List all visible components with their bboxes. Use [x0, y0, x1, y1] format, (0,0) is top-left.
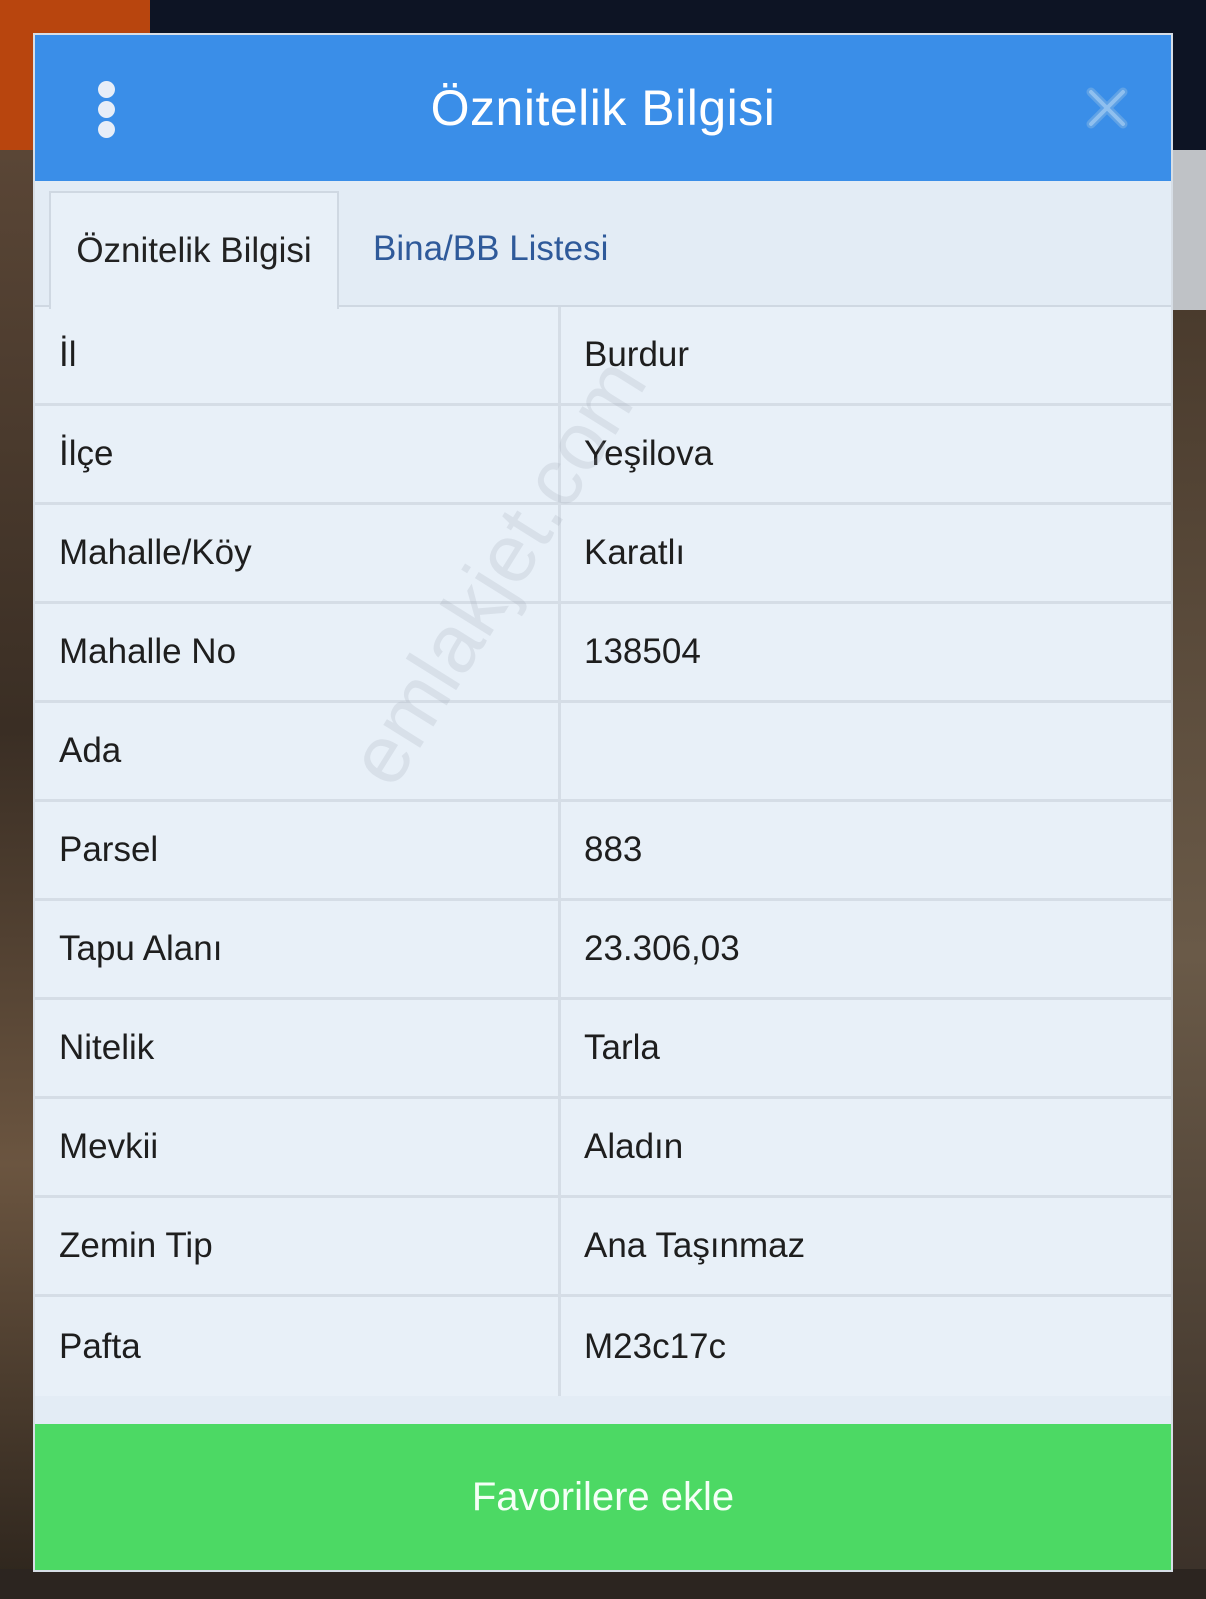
table-row: Nitelik Tarla — [35, 1000, 1171, 1099]
table-row: Mahalle No 138504 — [35, 604, 1171, 703]
map-background-bottom — [0, 1569, 1206, 1599]
row-value: Tarla — [561, 1000, 1171, 1096]
row-value: 23.306,03 — [561, 901, 1171, 997]
table-row: Mahalle/Köy Karatlı — [35, 505, 1171, 604]
tab-attribute-info[interactable]: Öznitelik Bilgisi — [49, 191, 339, 309]
row-label: Mevkii — [35, 1099, 561, 1195]
row-label: Nitelik — [35, 1000, 561, 1096]
row-value: Aladın — [561, 1099, 1171, 1195]
table-row: Parsel 883 — [35, 802, 1171, 901]
add-to-favorites-button[interactable]: Favorilere ekle — [35, 1424, 1171, 1570]
row-label: Pafta — [35, 1297, 561, 1396]
table-row: İlçe Yeşilova — [35, 406, 1171, 505]
row-value: Ana Taşınmaz — [561, 1198, 1171, 1294]
attribute-table: İl Burdur İlçe Yeşilova Mahalle/Köy Kara… — [35, 307, 1171, 1424]
dialog-title: Öznitelik Bilgisi — [430, 80, 776, 136]
row-value: Burdur — [561, 307, 1171, 403]
table-row: Tapu Alanı 23.306,03 — [35, 901, 1171, 1000]
row-label: İlçe — [35, 406, 561, 502]
row-label: Parsel — [35, 802, 561, 898]
attribute-info-dialog: Öznitelik Bilgisi Öznitelik Bilgisi Bina… — [33, 33, 1173, 1572]
row-label: İl — [35, 307, 561, 403]
row-value — [561, 703, 1171, 799]
row-value: 138504 — [561, 604, 1171, 700]
map-background-left — [0, 150, 36, 1599]
table-row: İl Burdur — [35, 307, 1171, 406]
table-row: Ada — [35, 703, 1171, 802]
row-label: Ada — [35, 703, 561, 799]
row-label: Tapu Alanı — [35, 901, 561, 997]
row-value: M23c17c — [561, 1297, 1171, 1396]
table-row: Pafta M23c17c — [35, 1297, 1171, 1396]
row-label: Zemin Tip — [35, 1198, 561, 1294]
row-label: Mahalle No — [35, 604, 561, 700]
table-row: Mevkii Aladın — [35, 1099, 1171, 1198]
dialog-header: Öznitelik Bilgisi — [35, 35, 1171, 181]
close-icon[interactable] — [1085, 86, 1129, 130]
row-value: Yeşilova — [561, 406, 1171, 502]
more-vertical-icon[interactable] — [89, 79, 129, 138]
tab-building-list[interactable]: Bina/BB Listesi — [373, 191, 608, 307]
row-value: 883 — [561, 802, 1171, 898]
row-label: Mahalle/Köy — [35, 505, 561, 601]
table-row: Zemin Tip Ana Taşınmaz — [35, 1198, 1171, 1297]
tab-bar: Öznitelik Bilgisi Bina/BB Listesi — [35, 181, 1171, 309]
row-value: Karatlı — [561, 505, 1171, 601]
